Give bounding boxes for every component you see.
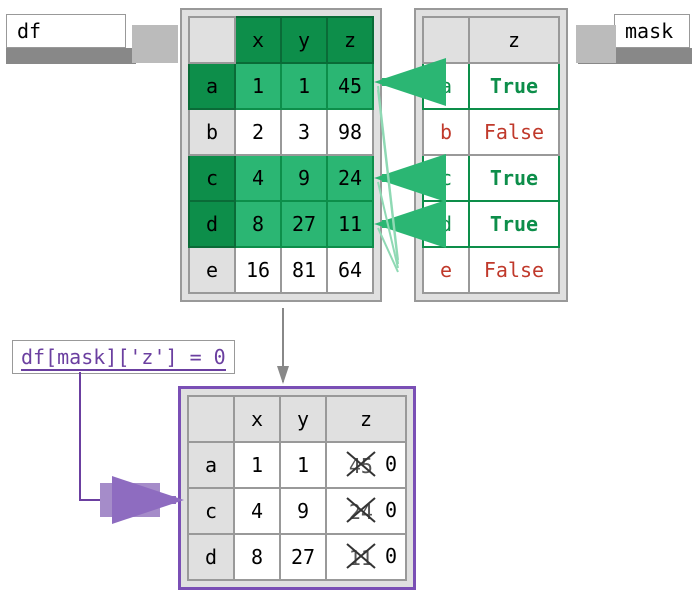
df-cell: 2 xyxy=(235,109,281,155)
df-cell: 45 xyxy=(327,63,373,109)
mask-table: z a True b False c True d True e False xyxy=(422,16,560,294)
result-cell-z: 24 0 xyxy=(326,488,406,534)
df-label: df xyxy=(6,14,126,48)
flow-bar-mask-light xyxy=(576,25,616,63)
result-cell: 1 xyxy=(234,442,280,488)
mask-val: False xyxy=(469,247,559,293)
mask-idx: d xyxy=(423,201,469,247)
code-text: df[mask]['z'] = 0 xyxy=(21,345,226,371)
new-value: 0 xyxy=(385,498,397,522)
df-cell: 3 xyxy=(281,109,327,155)
result-table-wrap: x y z a 1 1 45 0 c 4 9 24 0 d 8 27 11 0 xyxy=(178,386,416,590)
flow-bar-df-light xyxy=(132,25,178,63)
mask-idx: c xyxy=(423,155,469,201)
result-idx: a xyxy=(188,442,234,488)
df-cell: 27 xyxy=(281,201,327,247)
df-cell: 11 xyxy=(327,201,373,247)
df-col-z: z xyxy=(327,17,373,63)
result-col-z: z xyxy=(326,396,406,442)
crossed-value: 11 xyxy=(349,546,373,570)
df-idx-e: e xyxy=(189,247,235,293)
df-cell: 9 xyxy=(281,155,327,201)
result-idx: c xyxy=(188,488,234,534)
mask-val: True xyxy=(469,63,559,109)
result-table: x y z a 1 1 45 0 c 4 9 24 0 d 8 27 11 0 xyxy=(187,395,407,581)
result-idx: d xyxy=(188,534,234,580)
crossed-value: 45 xyxy=(349,454,373,478)
new-value: 0 xyxy=(385,544,397,568)
flow-bar-df xyxy=(6,48,136,64)
df-cell: 1 xyxy=(235,63,281,109)
mask-label: mask xyxy=(614,14,690,48)
mask-idx: b xyxy=(423,109,469,155)
result-cell: 8 xyxy=(234,534,280,580)
result-col-x: x xyxy=(234,396,280,442)
df-cell: 98 xyxy=(327,109,373,155)
result-corner xyxy=(188,396,234,442)
result-cell: 1 xyxy=(280,442,326,488)
crossed-value: 24 xyxy=(349,500,373,524)
mask-val: False xyxy=(469,109,559,155)
result-col-y: y xyxy=(280,396,326,442)
df-cell: 8 xyxy=(235,201,281,247)
df-idx-a: a xyxy=(189,63,235,109)
df-idx-c: c xyxy=(189,155,235,201)
df-table-wrap: x y z a 1 1 45 b 2 3 98 c 4 9 24 d 8 27 … xyxy=(180,8,382,302)
df-cell: 1 xyxy=(281,63,327,109)
df-col-x: x xyxy=(235,17,281,63)
df-cell: 4 xyxy=(235,155,281,201)
df-idx-b: b xyxy=(189,109,235,155)
code-expression: df[mask]['z'] = 0 xyxy=(12,340,235,374)
mask-val: True xyxy=(469,201,559,247)
df-table: x y z a 1 1 45 b 2 3 98 c 4 9 24 d 8 27 … xyxy=(188,16,374,294)
mask-idx: a xyxy=(423,63,469,109)
result-cell-z: 45 0 xyxy=(326,442,406,488)
mask-idx: e xyxy=(423,247,469,293)
df-cell: 81 xyxy=(281,247,327,293)
result-cell: 4 xyxy=(234,488,280,534)
df-corner xyxy=(189,17,235,63)
mask-table-wrap: z a True b False c True d True e False xyxy=(414,8,568,302)
mask-label-text: mask xyxy=(625,19,673,43)
mask-val: True xyxy=(469,155,559,201)
df-cell: 16 xyxy=(235,247,281,293)
mask-col-z: z xyxy=(469,17,559,63)
new-value: 0 xyxy=(385,452,397,476)
result-cell: 27 xyxy=(280,534,326,580)
mask-corner xyxy=(423,17,469,63)
result-cell: 9 xyxy=(280,488,326,534)
df-label-text: df xyxy=(17,19,41,43)
purple-flow-block xyxy=(100,483,160,517)
df-cell: 24 xyxy=(327,155,373,201)
df-cell: 64 xyxy=(327,247,373,293)
result-cell-z: 11 0 xyxy=(326,534,406,580)
arrow-code-to-result-line xyxy=(80,372,176,500)
df-col-y: y xyxy=(281,17,327,63)
df-idx-d: d xyxy=(189,201,235,247)
